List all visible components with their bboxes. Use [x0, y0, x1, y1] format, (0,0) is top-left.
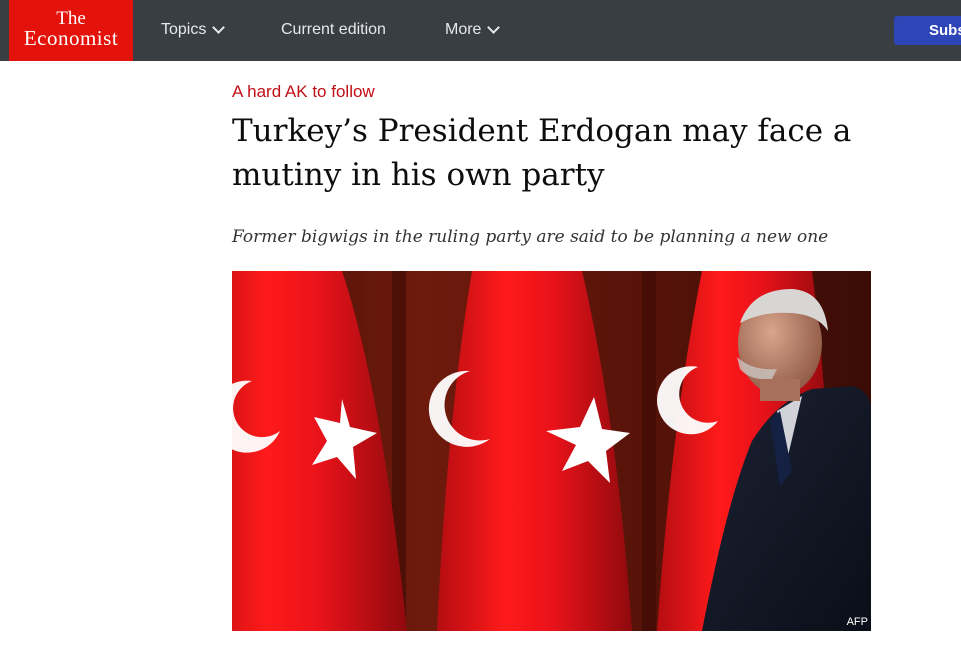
article-rubric[interactable]: A hard AK to follow	[232, 81, 375, 103]
nav-current-edition[interactable]: Current edition	[281, 20, 386, 40]
top-navbar: The Economist Topics Current edition Mor…	[0, 0, 961, 61]
turkish-flags-photo	[232, 271, 871, 631]
article-headline: Turkey’s President Erdogan may face a mu…	[232, 113, 852, 193]
article-hero-image[interactable]: AFP	[232, 271, 871, 631]
article-standfirst: Former bigwigs in the ruling party are s…	[232, 227, 829, 247]
subscribe-button[interactable]: Subsc	[894, 16, 961, 45]
nav-more[interactable]: More	[445, 20, 501, 40]
chevron-down-icon	[212, 21, 226, 34]
chevron-down-icon	[487, 21, 501, 34]
nav-more-label: More	[445, 21, 482, 38]
economist-logo[interactable]: The Economist	[9, 0, 133, 61]
nav-topics[interactable]: Topics	[161, 20, 226, 40]
nav-current-edition-label: Current edition	[281, 21, 386, 38]
logo-line-economist: Economist	[23, 26, 119, 50]
nav-topics-label: Topics	[161, 21, 207, 38]
image-credit: AFP	[846, 616, 868, 628]
